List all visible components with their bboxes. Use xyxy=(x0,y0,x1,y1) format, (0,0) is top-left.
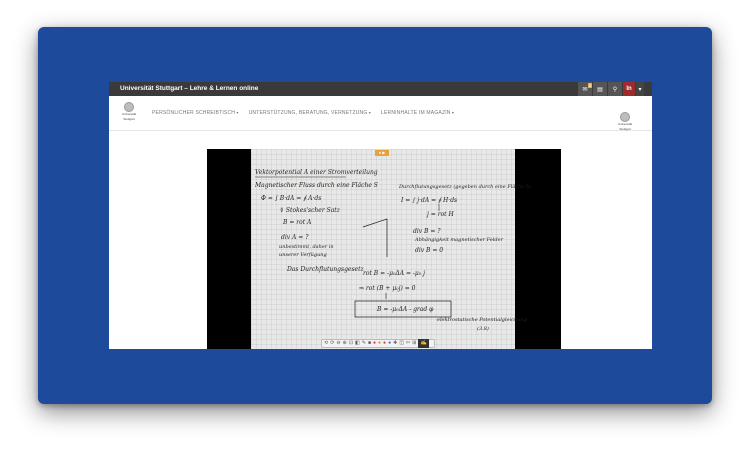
video-player[interactable]: Vektorpotential A einer Stromverteilung … xyxy=(207,149,561,349)
nav-item-unterstuetzung[interactable]: UNTERSTÜTZUNG, BERATUNG, VERNETZUNG xyxy=(249,110,371,116)
logo-text-line1: Universität xyxy=(121,112,137,116)
whiteboard-frame: Vektorpotential A einer Stromverteilung … xyxy=(251,149,531,349)
player-toolbar: ⟲ ⟳ ⊖ ⊕ ⊡ ◧ ✎ ■ ● ● ● ● ✚ ◫ ✄ ⊞ ✍ xyxy=(321,339,435,348)
color-orange-icon[interactable]: ● xyxy=(378,339,381,348)
nav-item-schreibtisch[interactable]: PERSÖNLICHER SCHREIBTISCH xyxy=(152,110,239,116)
grid-icon[interactable]: ⊞ xyxy=(412,339,416,348)
pen-icon[interactable]: ✎ xyxy=(362,339,366,348)
university-logo[interactable]: Universität Stuttgart xyxy=(118,102,140,121)
mail-icon[interactable]: ✉ 2 xyxy=(578,82,592,96)
logo-emblem-right xyxy=(620,112,630,122)
player-indicator: ● ▶ xyxy=(375,150,389,156)
zoom-out-icon[interactable]: ⊖ xyxy=(336,339,340,348)
color-blue-icon[interactable]: ● xyxy=(388,339,391,348)
stop-icon[interactable]: ■ xyxy=(368,339,371,348)
add-icon[interactable]: ✚ xyxy=(393,339,397,348)
fit-icon[interactable]: ⊡ xyxy=(349,339,353,348)
search-icon[interactable]: ⚲ xyxy=(608,82,622,96)
logo-text-line2: Stuttgart xyxy=(123,116,135,121)
browser-window: Universität Stuttgart – Lehre & Lernen o… xyxy=(109,82,652,349)
rotate-left-icon[interactable]: ⟲ xyxy=(324,339,328,348)
top-bar: Universität Stuttgart – Lehre & Lernen o… xyxy=(109,82,652,96)
whiteboard-strokes xyxy=(255,176,452,318)
user-icon[interactable]: In xyxy=(623,82,635,96)
site-title[interactable]: Universität Stuttgart – Lehre & Lernen o… xyxy=(120,84,258,94)
nav-item-magazin[interactable]: LERNINHALTE IM MAGAZIN xyxy=(381,110,454,116)
color-red-icon[interactable]: ● xyxy=(373,339,376,348)
university-logo-right: Universität Stuttgart xyxy=(614,112,636,131)
zoom-in-icon[interactable]: ⊕ xyxy=(343,339,347,348)
logo-emblem xyxy=(124,102,134,112)
layout-icon[interactable]: ◫ xyxy=(399,339,404,348)
chevron-down-icon[interactable]: ▾ xyxy=(636,82,644,96)
color-red2-icon[interactable]: ● xyxy=(383,339,386,348)
logo-right-text-line1: Universität xyxy=(617,122,633,126)
annotate-icon[interactable]: ✍ xyxy=(418,339,429,348)
notification-badge: 2 xyxy=(587,83,592,88)
main-navigation: Universität Stuttgart PERSÖNLICHER SCHRE… xyxy=(109,96,652,131)
rotate-right-icon[interactable]: ⟳ xyxy=(330,339,334,348)
logo-right-text-line2: Stuttgart xyxy=(619,126,631,131)
cut-icon[interactable]: ✄ xyxy=(406,339,410,348)
split-icon[interactable]: ◧ xyxy=(355,339,360,348)
chat-icon[interactable]: ▤ xyxy=(593,82,607,96)
nav-menu: PERSÖNLICHER SCHREIBTISCH UNTERSTÜTZUNG,… xyxy=(152,110,454,116)
topbar-icons: ✉ 2 ▤ ⚲ In ▾ xyxy=(578,82,644,96)
